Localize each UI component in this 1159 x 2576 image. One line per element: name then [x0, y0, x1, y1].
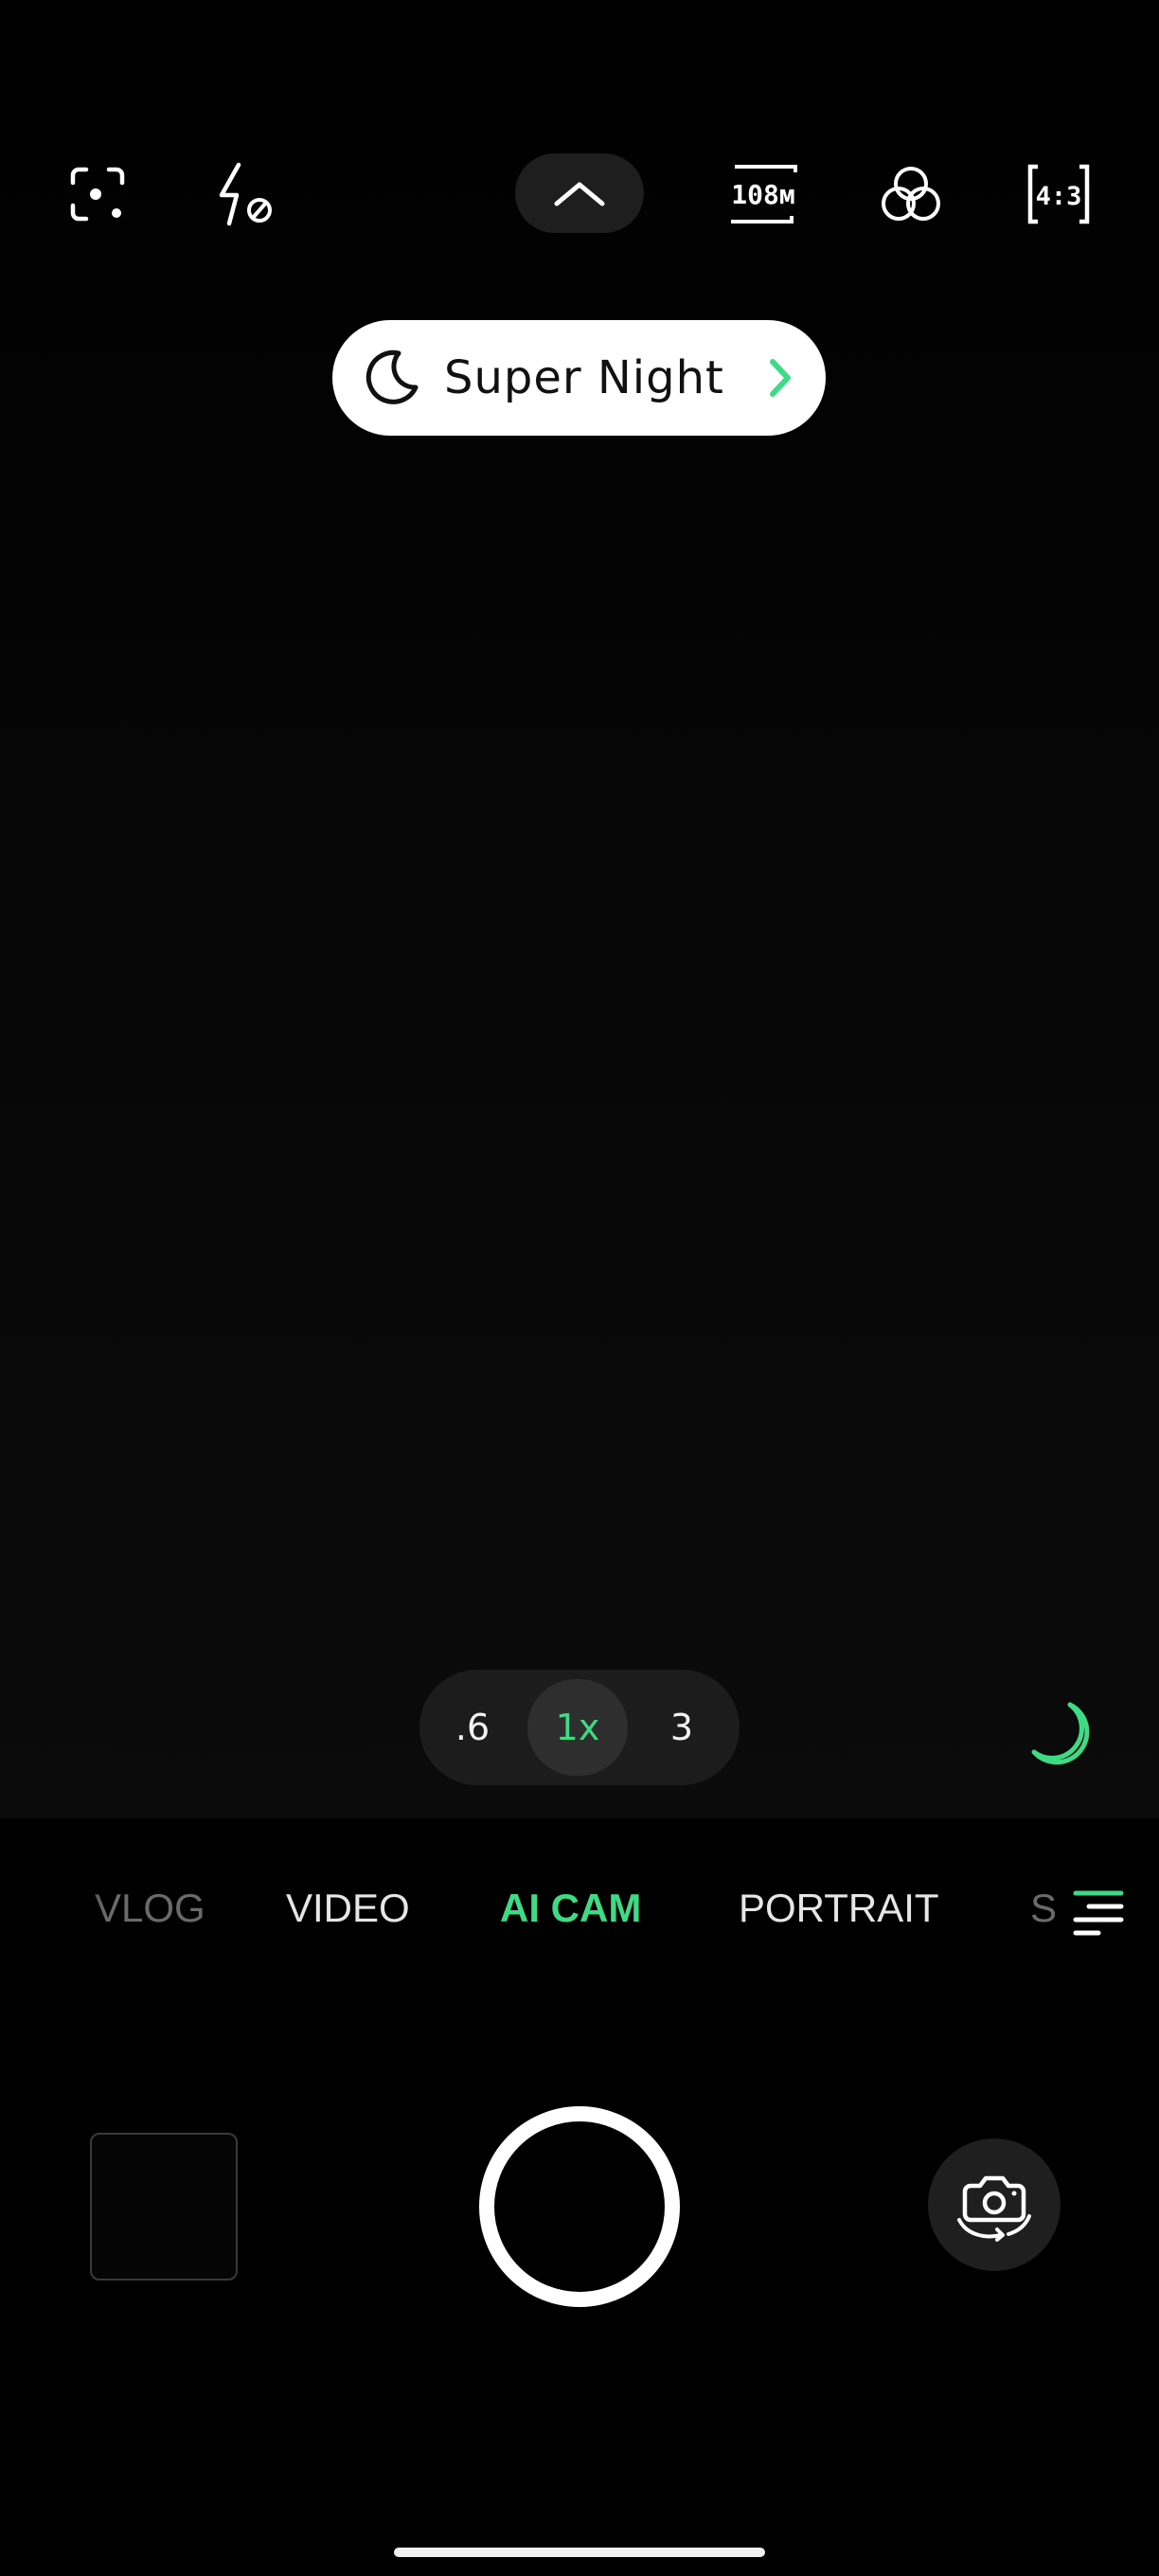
switch-camera-icon: [957, 2175, 1031, 2242]
chevron-up-icon: [554, 182, 605, 206]
super-night-chip[interactable]: Super Night: [332, 320, 826, 436]
aspect-ratio-icon[interactable]: 4:3: [1007, 142, 1111, 246]
mode-selector: VLOG VIDEO AI CAM PORTRAIT S: [0, 1856, 1159, 1960]
mode-ai-cam[interactable]: AI CAM: [500, 1856, 641, 1960]
resolution-label: 108м: [731, 179, 794, 210]
top-toolbar: 108м 4:3: [0, 142, 1159, 246]
focus-scan-icon[interactable]: [45, 142, 150, 246]
chevron-right-icon: [770, 359, 791, 397]
resolution-108m-icon[interactable]: 108м: [711, 142, 815, 246]
switch-camera-button[interactable]: [928, 2138, 1061, 2271]
filters-icon[interactable]: [859, 142, 963, 246]
zoom-option-1x[interactable]: 1x: [527, 1679, 628, 1776]
mode-portrait[interactable]: PORTRAIT: [739, 1856, 939, 1960]
mode-super-night[interactable]: S: [1030, 1856, 1057, 1960]
camera-viewfinder[interactable]: [0, 0, 1159, 1818]
more-modes-menu-icon[interactable]: [1061, 1875, 1136, 1951]
zoom-selector: .6 1x 3: [419, 1670, 740, 1785]
night-mode-indicator-icon[interactable]: [1023, 1697, 1098, 1773]
aspect-ratio-label: 4:3: [1036, 182, 1082, 211]
zoom-option-0-6[interactable]: .6: [420, 1670, 525, 1785]
flash-off-icon[interactable]: [193, 142, 297, 246]
shutter-button[interactable]: [479, 2106, 680, 2307]
scene-chip-label: Super Night: [444, 351, 724, 404]
gallery-thumbnail[interactable]: [90, 2133, 238, 2281]
mode-vlog[interactable]: VLOG: [95, 1856, 205, 1960]
moon-icon: [366, 349, 419, 404]
mode-video[interactable]: VIDEO: [286, 1856, 410, 1960]
zoom-option-3[interactable]: 3: [630, 1670, 734, 1785]
home-indicator[interactable]: [394, 2548, 765, 2557]
expand-settings-button[interactable]: [515, 153, 644, 233]
mode-fade-left: [57, 1856, 104, 1960]
